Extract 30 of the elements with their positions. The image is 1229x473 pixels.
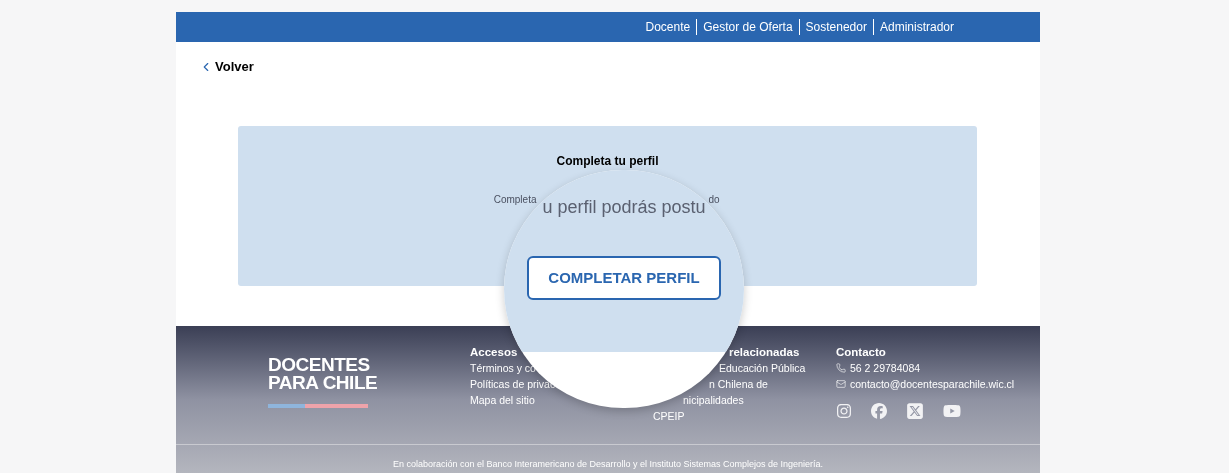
phone-icon: [836, 363, 846, 373]
youtube-icon[interactable]: [943, 402, 961, 420]
logo-text: PARA CHILE: [268, 374, 379, 392]
card-text: Completa: [492, 192, 537, 207]
nav-link[interactable]: Docente: [639, 19, 697, 35]
footer-link[interactable]: n Chilena de: [709, 376, 768, 392]
credit-text: En colaboración con el Banco Interamericano de Desarrollo y el Instituto Sistemas Complejos de Ingeniería.: [392, 457, 824, 471]
footer-heading: Contacto: [836, 345, 887, 360]
footer-heading: Accesos: [470, 345, 519, 360]
nav-link[interactable]: Sostenedor: [798, 19, 873, 35]
card-text: do: [708, 192, 721, 207]
mail-icon: [836, 379, 846, 389]
nav-link[interactable]: Gestor de Oferta: [696, 19, 799, 35]
complete-profile-button[interactable]: COMPLETAR PERFIL: [527, 256, 721, 300]
nav-link[interactable]: Administrador: [872, 19, 960, 35]
footer-link[interactable]: nicipalidades: [683, 392, 744, 408]
footer-link[interactable]: Términos y co: [470, 360, 536, 376]
magnified-text: u perfil podrás postu: [542, 196, 706, 219]
facebook-icon[interactable]: [871, 403, 887, 419]
footer-link[interactable]: Mapa del sitio: [470, 392, 535, 408]
back-link[interactable]: Volver: [199, 57, 254, 77]
card-title: Completa tu perfil: [556, 152, 659, 170]
instagram-icon[interactable]: [836, 403, 852, 419]
footer-link[interactable]: CPEIP: [653, 408, 685, 424]
email-link[interactable]: contacto@docentesparachile.wic.cl: [850, 376, 1015, 392]
phone-number: 56 2 29784084: [850, 361, 921, 376]
logo-text: DOCENTES: [268, 356, 371, 374]
footer-heading: relacionadas: [729, 345, 800, 360]
footer-link[interactable]: Educación Pública: [719, 360, 806, 376]
x-icon[interactable]: [906, 402, 924, 420]
